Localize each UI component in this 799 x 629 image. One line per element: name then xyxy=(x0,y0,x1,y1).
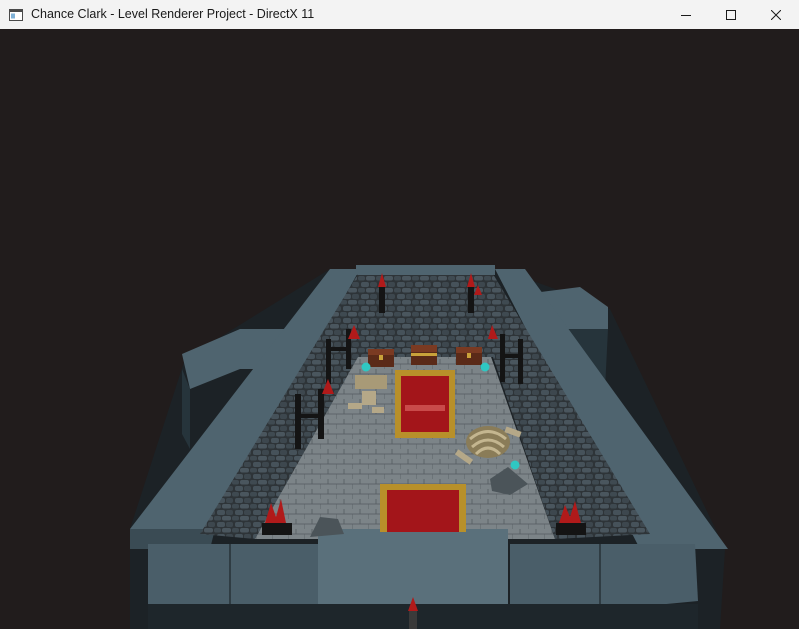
back-wall-cap xyxy=(356,265,495,275)
window-app-icon xyxy=(9,8,23,21)
app-window: Chance Clark - Level Renderer Project - … xyxy=(0,0,799,629)
maximize-button[interactable] xyxy=(708,0,754,29)
close-icon xyxy=(771,9,781,20)
minimize-button[interactable] xyxy=(663,0,709,29)
render-viewport[interactable] xyxy=(0,29,799,629)
potion-right xyxy=(480,362,490,372)
chest-right xyxy=(456,347,482,365)
title-bar[interactable]: Chance Clark - Level Renderer Project - … xyxy=(0,0,799,29)
minimize-icon xyxy=(681,10,691,20)
chest-center xyxy=(411,345,437,365)
chest-left xyxy=(368,349,394,367)
maximize-icon xyxy=(726,9,736,20)
window-title: Chance Clark - Level Renderer Project - … xyxy=(31,7,315,21)
close-button[interactable] xyxy=(753,0,799,29)
potion-left xyxy=(361,362,371,372)
dungeon-scene xyxy=(130,265,728,629)
potion-floor xyxy=(510,460,520,470)
